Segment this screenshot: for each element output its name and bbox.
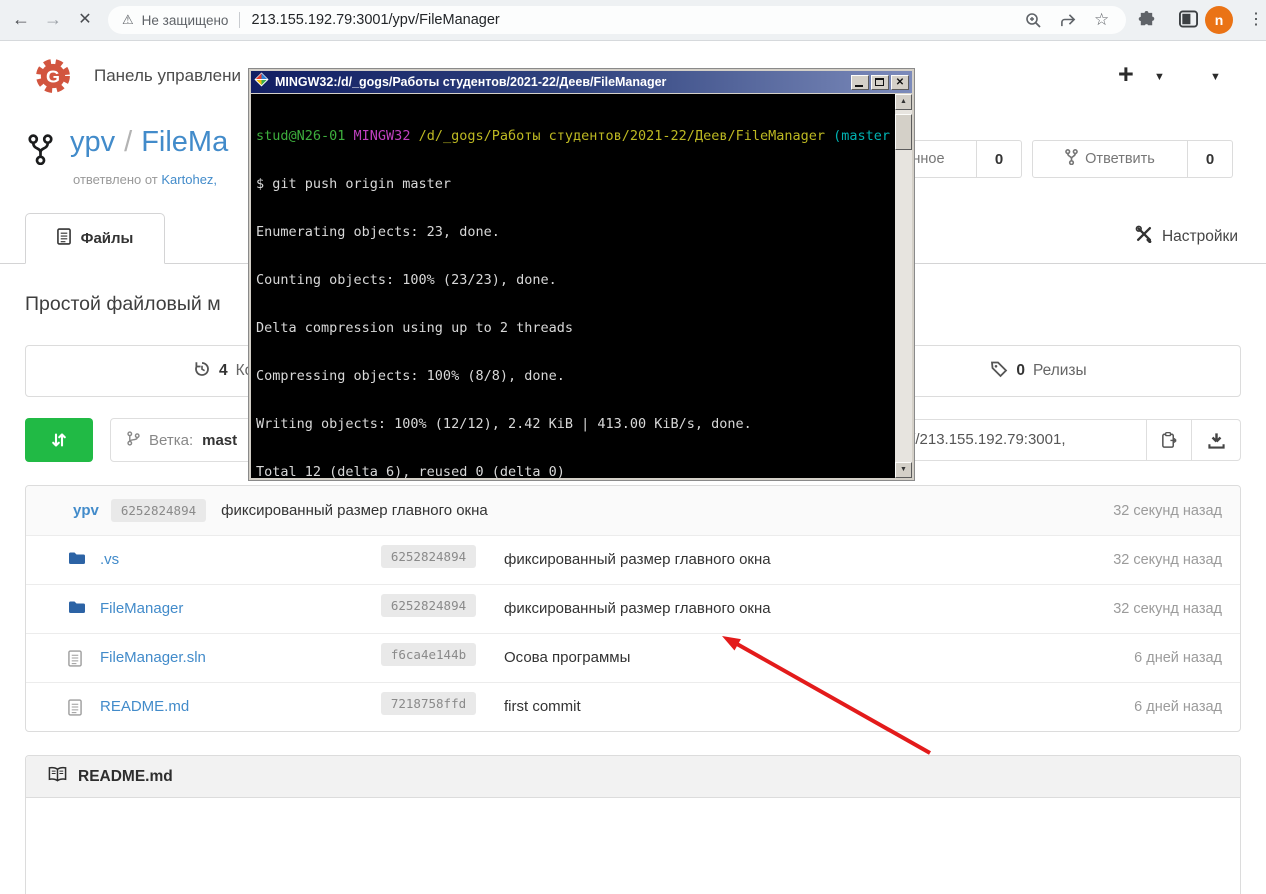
terminal-title: MINGW32:/d/_gogs/Работы студентов/2021-2… [275, 75, 845, 89]
file-commit-hash[interactable]: 6252824894 [381, 594, 476, 617]
file-commit-message[interactable]: фиксированный размер главного окна [504, 600, 771, 617]
repo-fork-icon [28, 134, 53, 170]
user-menu-caret-icon[interactable]: ▼ [1210, 71, 1221, 83]
file-commit-age: 32 секунд назад [1113, 601, 1222, 617]
tab-settings[interactable]: Настройки [1135, 225, 1238, 248]
tab-files[interactable]: Файлы [25, 213, 165, 264]
fork-mini-icon [1065, 149, 1078, 169]
bookmark-star-icon[interactable]: ☆ [1094, 11, 1112, 29]
browser-profile-avatar[interactable]: n [1205, 6, 1233, 34]
tag-icon [990, 360, 1008, 383]
book-icon [48, 766, 67, 787]
security-warning-icon: ⚠ [122, 12, 134, 28]
files-doc-icon [57, 228, 71, 249]
address-bar[interactable]: ⚠ Не защищено 213.155.192.79:3001/ypv/Fi… [108, 6, 1126, 34]
file-commit-message[interactable]: first commit [504, 698, 581, 715]
file-row: FileManager.sln f6ca4e144b Осова програм… [26, 633, 1240, 682]
repo-name-link[interactable]: FileMa [141, 126, 228, 158]
latest-commit-age: 32 секунд назад [1113, 503, 1240, 519]
forked-from-link[interactable]: Kartohez, [161, 172, 217, 187]
close-icon[interactable]: ✕ [891, 75, 909, 90]
file-icon [68, 650, 82, 672]
download-button[interactable] [1192, 419, 1241, 461]
compare-arrows-icon [49, 430, 69, 450]
browser-menu-icon[interactable]: ⋮ [1248, 9, 1264, 29]
repo-owner-link[interactable]: ypv [70, 126, 115, 158]
security-label[interactable]: Не защищено [142, 13, 229, 28]
latest-commit-message[interactable]: фиксированный размер главного окна [221, 502, 488, 519]
readme-header: README.md [26, 756, 1240, 798]
terminal-command: $ git push origin master [256, 176, 892, 192]
share-icon[interactable] [1059, 11, 1077, 29]
file-name-link[interactable]: FileManager [100, 600, 183, 617]
compare-button[interactable] [25, 418, 93, 462]
latest-commit-hash[interactable]: 6252824894 [111, 499, 206, 522]
extensions-puzzle-icon[interactable] [1137, 10, 1157, 30]
maximize-icon[interactable] [871, 75, 889, 90]
clone-url-group: http://213.155.192.79:3001, [869, 419, 1241, 461]
readme-panel: README.md [25, 755, 1241, 894]
fork-button[interactable]: Ответвить [1032, 140, 1188, 178]
file-name-link[interactable]: FileManager.sln [100, 649, 206, 666]
forked-from-prefix: ответвлено от [73, 172, 158, 187]
forked-from-note: ответвлено от Kartohez, [73, 172, 217, 187]
terminal-window: MINGW32:/d/_gogs/Работы студентов/2021-2… [248, 68, 915, 481]
file-commit-hash[interactable]: 6252824894 [381, 545, 476, 568]
scroll-up-icon[interactable]: ▲ [895, 94, 912, 110]
file-commit-age: 6 дней назад [1134, 650, 1222, 666]
repo-description: Простой файловый м [25, 293, 221, 316]
latest-commit-row: ypv 6252824894 фиксированный размер глав… [26, 486, 1240, 535]
browser-toolbar: ← → ✕ ⚠ Не защищено 213.155.192.79:3001/… [0, 0, 1266, 41]
terminal-app-icon [254, 72, 269, 92]
fork-count[interactable]: 0 [1188, 140, 1233, 178]
file-row: FileManager 6252824894 фиксированный раз… [26, 584, 1240, 633]
omnibox-divider [239, 12, 240, 28]
svg-text:G: G [46, 66, 60, 86]
file-commit-age: 6 дней назад [1134, 699, 1222, 715]
file-commit-message[interactable]: фиксированный размер главного окна [504, 551, 771, 568]
fork-button-group: Ответвить 0 [1032, 140, 1233, 178]
browser-back-icon[interactable]: ← [8, 9, 34, 30]
terminal-output: stud@N26-01 MINGW32 /d/_gogs/Работы студ… [256, 96, 892, 478]
gogs-logo[interactable]: G [34, 57, 72, 95]
url-text[interactable]: 213.155.192.79:3001/ypv/FileManager [251, 12, 499, 28]
file-row: README.md 7218758ffd first commit 6 дней… [26, 682, 1240, 731]
side-panel-icon[interactable] [1179, 10, 1199, 30]
zoom-icon[interactable] [1024, 11, 1042, 29]
minimize-icon[interactable] [851, 75, 869, 90]
repo-title: ypv/FileMa [70, 126, 228, 159]
terminal-console[interactable]: stud@N26-01 MINGW32 /d/_gogs/Работы студ… [251, 94, 912, 478]
new-menu-caret-icon[interactable]: ▼ [1154, 71, 1165, 83]
new-repo-plus-icon[interactable]: + [1118, 59, 1134, 90]
folder-icon [68, 600, 86, 619]
scrollbar-thumb[interactable] [895, 114, 912, 150]
file-icon [68, 699, 82, 721]
history-icon [193, 360, 211, 383]
file-name-link[interactable]: .vs [100, 551, 119, 568]
terminal-titlebar[interactable]: MINGW32:/d/_gogs/Работы студентов/2021-2… [251, 71, 912, 93]
file-table: ypv 6252824894 фиксированный размер глав… [25, 485, 1241, 732]
readme-title: README.md [78, 768, 173, 786]
file-name-link[interactable]: README.md [100, 698, 189, 715]
clipboard-icon [1160, 431, 1178, 449]
star-count[interactable]: 0 [977, 140, 1022, 178]
settings-tools-icon [1135, 225, 1153, 248]
repo-title-separator: / [115, 126, 141, 158]
download-icon [1208, 432, 1225, 449]
scroll-down-icon[interactable]: ▼ [895, 462, 912, 478]
browser-forward-icon[interactable]: → [40, 9, 66, 30]
file-commit-hash[interactable]: 7218758ffd [381, 692, 476, 715]
terminal-scrollbar[interactable]: ▲ ▼ [895, 94, 912, 478]
file-row: .vs 6252824894 фиксированный размер глав… [26, 535, 1240, 584]
page: ← → ✕ ⚠ Не защищено 213.155.192.79:3001/… [0, 0, 1266, 894]
folder-icon [68, 551, 86, 570]
file-commit-hash[interactable]: f6ca4e144b [381, 643, 476, 666]
file-commit-message[interactable]: Осова программы [504, 649, 630, 666]
copy-url-button[interactable] [1147, 419, 1192, 461]
file-commit-age: 32 секунд назад [1113, 552, 1222, 568]
latest-commit-author[interactable]: ypv [73, 502, 99, 519]
browser-stop-icon[interactable]: ✕ [72, 9, 98, 29]
nav-dashboard-link[interactable]: Панель управлени [94, 66, 241, 86]
branch-icon [127, 431, 140, 450]
